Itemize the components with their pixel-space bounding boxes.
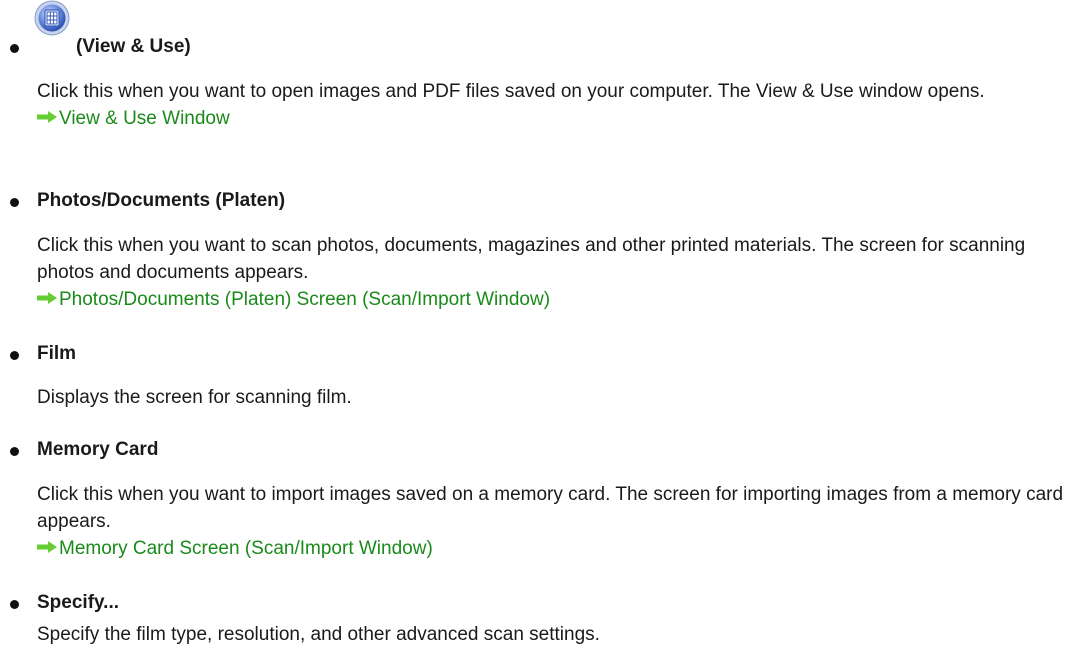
bullet-icon (10, 198, 19, 207)
item-description: Displays the screen for scanning film. (37, 384, 1077, 411)
arrow-right-icon (37, 541, 57, 554)
description-text: Click this when you want to scan photos,… (37, 235, 1026, 283)
item-description: Specify the film type, resolution, and o… (37, 621, 1077, 648)
item-title: Memory Card (37, 439, 159, 460)
bullet-icon (10, 44, 19, 53)
bullet-icon (10, 351, 19, 360)
arrow-right-icon (37, 292, 57, 305)
description-text: Click this when you want to open images … (37, 81, 985, 102)
memory-card-screen-link[interactable]: Memory Card Screen (Scan/Import Window) (37, 535, 1077, 562)
description-text: Click this when you want to import image… (37, 484, 1064, 532)
view-and-use-icon (34, 0, 70, 42)
photos-documents-screen-link[interactable]: Photos/Documents (Platen) Screen (Scan/I… (37, 286, 1077, 313)
item-title: (View & Use) (76, 36, 191, 57)
description-text: Specify the film type, resolution, and o… (37, 624, 600, 645)
view-and-use-window-link[interactable]: View & Use Window (37, 105, 1077, 132)
item-description: Click this when you want to scan photos,… (37, 232, 1077, 313)
description-text: Displays the screen for scanning film. (37, 387, 352, 408)
item-description: Click this when you want to open images … (37, 78, 1077, 132)
item-description: Click this when you want to import image… (37, 481, 1077, 562)
bullet-icon (10, 600, 19, 609)
item-title: Specify... (37, 592, 120, 613)
bullet-icon (10, 447, 19, 456)
item-title: Photos/Documents (Platen) (37, 190, 286, 211)
item-title: Film (37, 343, 77, 364)
arrow-right-icon (37, 111, 57, 124)
